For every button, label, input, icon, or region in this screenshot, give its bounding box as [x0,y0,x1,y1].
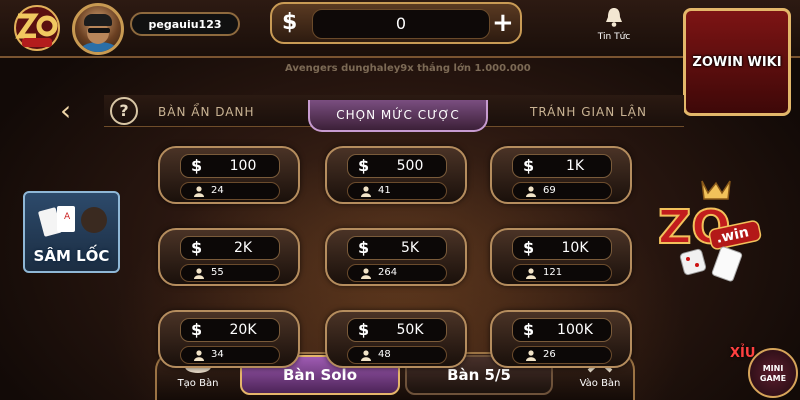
player-avatar[interactable] [72,3,124,55]
player-count-field: 69 [512,182,612,200]
bet-amount-value: 100 [229,158,257,174]
sam-loc-game-banner[interactable]: A SÂM LỐC [23,191,120,273]
player-count-value: 69 [543,185,556,196]
bet-amount-field: $5K [347,236,447,260]
bet-amount-value: 100K [557,322,593,338]
zowin-wiki-badge[interactable]: ZOWIN WIKI [683,8,791,116]
player-count-field: 264 [347,264,447,282]
player-count-value: 55 [211,267,224,278]
dollar-icon: $ [191,156,203,175]
bet-amount-value: 5K [400,240,420,256]
player-icon [526,350,536,361]
player-count-field: 41 [347,182,447,200]
help-button[interactable]: ? [110,97,138,125]
news-button[interactable]: Tin Tức [582,3,646,49]
bet-level-card[interactable]: $1K 69 [490,146,632,204]
username-label: pegauiu123 [130,12,240,36]
player-count-field: 24 [180,182,280,200]
svg-text:A: A [64,212,71,222]
bet-level-card[interactable]: $20K 34 [158,310,300,368]
player-count-value: 34 [211,349,224,360]
bet-amount-field: $50K [347,318,447,342]
player-icon [361,350,371,361]
player-count-value: 264 [378,267,398,278]
coin-balance-box: $ 0 + [270,2,522,44]
dollar-icon: $ [358,238,370,257]
bet-amount-field: $500 [347,154,447,178]
bet-amount-value: 1K [565,158,585,174]
news-label: Tin Tức [597,32,631,42]
player-icon [194,350,204,361]
player-icon [361,186,371,197]
zo-win-logo: ZO .win [657,180,762,282]
back-button[interactable]: ‹ [60,95,82,127]
bet-amount-value: 2K [233,240,253,256]
dollar-icon: $ [358,320,370,339]
bet-amount-field: $2K [180,236,280,260]
zowin-small-logo[interactable] [4,2,70,52]
bet-level-card[interactable]: $2K 55 [158,228,300,286]
bet-level-card[interactable]: $500 41 [325,146,467,204]
game-lobby-screen: pegauiu123 $ 0 + Tin Tức Avengers dungha… [0,0,800,400]
player-icon [361,268,371,279]
create-table-label: Tạo Bàn [177,378,219,389]
bet-amount-field: $100 [180,154,280,178]
bet-level-card[interactable]: $5K 264 [325,228,467,286]
tab-anti-cheat[interactable]: TRÁNH GIAN LẬN [530,99,647,125]
player-count-value: 41 [378,185,391,196]
bet-level-card[interactable]: $10K 121 [490,228,632,286]
mini-game-button[interactable]: MINI GAME [748,348,798,398]
player-icon [526,268,536,279]
player-icon [194,186,204,197]
dollar-icon: $ [191,320,203,339]
bell-icon [606,8,622,27]
add-coins-button[interactable]: + [492,8,514,38]
player-count-value: 24 [211,185,224,196]
bet-amount-value: 500 [396,158,424,174]
bet-amount-value: 10K [561,240,589,256]
player-count-value: 121 [543,267,563,278]
bet-level-card[interactable]: $50K 48 [325,310,467,368]
coin-balance-value: 0 [312,9,490,39]
bet-amount-value: 50K [396,322,424,338]
dollar-icon: $ [358,156,370,175]
player-count-value: 26 [543,349,556,360]
sam-loc-label: SÂM LỐC [33,247,110,265]
dollar-icon: $ [523,238,535,257]
dollar-icon: $ [523,156,535,175]
tab-anonymous-table[interactable]: BÀN ẨN DANH [158,99,254,125]
bet-amount-field: $100K [512,318,612,342]
bet-amount-value: 20K [229,322,257,338]
player-count-field: 26 [512,346,612,364]
player-count-value: 48 [378,349,391,360]
dollar-icon: $ [282,10,298,35]
bet-level-card[interactable]: $100K 26 [490,310,632,368]
player-icon [526,186,536,197]
player-icon [194,268,204,279]
dollar-icon: $ [191,238,203,257]
player-count-field: 48 [347,346,447,364]
tab-choose-bet[interactable]: CHỌN MỨC CƯỢC [308,100,488,132]
join-table-label: Vào Bàn [579,378,621,389]
bet-amount-field: $10K [512,236,612,260]
dollar-icon: $ [523,320,535,339]
zowin-wiki-label: ZOWIN WIKI [692,54,782,70]
player-count-field: 55 [180,264,280,282]
player-count-field: 121 [512,264,612,282]
bet-level-card[interactable]: $100 24 [158,146,300,204]
cards-icon: A [38,206,107,237]
bet-amount-field: $20K [180,318,280,342]
player-count-field: 34 [180,346,280,364]
bet-amount-field: $1K [512,154,612,178]
winner-ticker: Avengers dunghaley9x thắng lớn 1.000.000 [285,63,531,74]
